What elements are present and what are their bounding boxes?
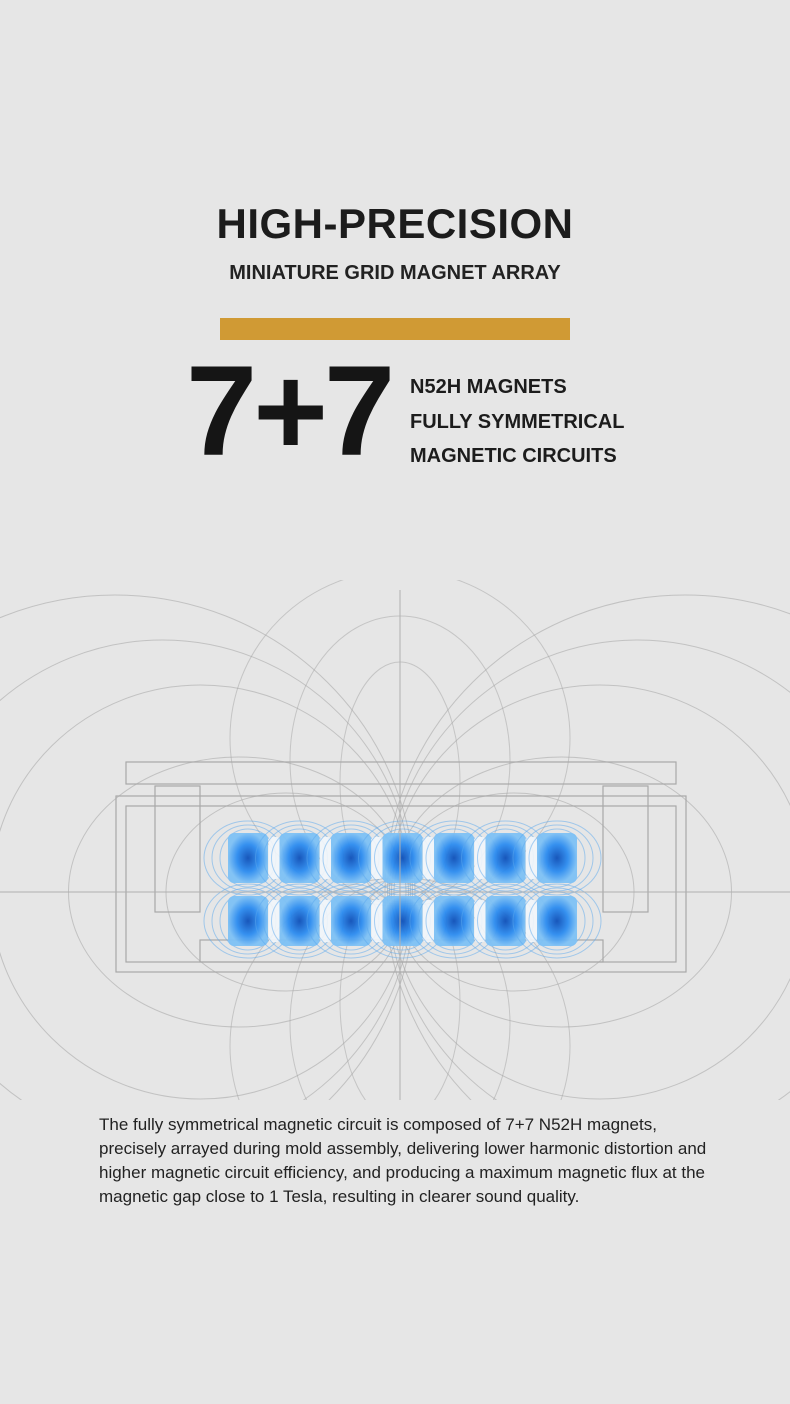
magnet-count-number: 7+7 bbox=[186, 340, 395, 483]
magnet bbox=[228, 833, 268, 883]
magnet bbox=[331, 896, 371, 946]
housing-top bbox=[125, 761, 677, 785]
magnet bbox=[382, 833, 423, 883]
magnet bbox=[485, 896, 526, 946]
magnet bbox=[434, 896, 474, 946]
magnet-array-diagram bbox=[0, 580, 790, 1100]
magnet bbox=[331, 833, 371, 883]
magnet-gap bbox=[320, 837, 331, 879]
magnet-gap bbox=[526, 837, 537, 879]
page-title: HIGH-PRECISION bbox=[216, 200, 574, 247]
magnet-gap bbox=[423, 837, 434, 879]
magnet-gap bbox=[268, 837, 280, 879]
magnet-gap bbox=[474, 900, 486, 942]
magnet bbox=[485, 833, 526, 883]
housing-right-block bbox=[602, 785, 649, 913]
magnet-gap bbox=[474, 837, 486, 879]
magnet bbox=[434, 833, 474, 883]
magnet-gap bbox=[320, 900, 331, 942]
magnet-gap bbox=[526, 900, 537, 942]
feature-list: N52H MAGNETS FULLY SYMMETRICAL MAGNETIC … bbox=[410, 370, 624, 474]
magnet bbox=[279, 896, 320, 946]
magnet-gap bbox=[268, 900, 280, 942]
feature-item: FULLY SYMMETRICAL bbox=[410, 410, 625, 433]
magnet-grid bbox=[203, 820, 602, 959]
magnet-gap bbox=[423, 900, 434, 942]
page-subtitle: MINIATURE GRID MAGNET ARRAY bbox=[229, 262, 561, 284]
magnet bbox=[537, 896, 577, 946]
accent-bar bbox=[220, 318, 570, 340]
magnet-gap bbox=[371, 837, 383, 879]
magnet bbox=[537, 833, 577, 883]
magnet bbox=[228, 896, 268, 946]
magnet-gap bbox=[371, 900, 383, 942]
description-text: The fully symmetrical magnetic circuit i… bbox=[99, 1115, 707, 1206]
magnet bbox=[279, 833, 320, 883]
magnet bbox=[382, 896, 423, 946]
feature-item: N52H MAGNETS bbox=[410, 376, 567, 398]
feature-item: MAGNETIC CIRCUITS bbox=[410, 445, 617, 467]
